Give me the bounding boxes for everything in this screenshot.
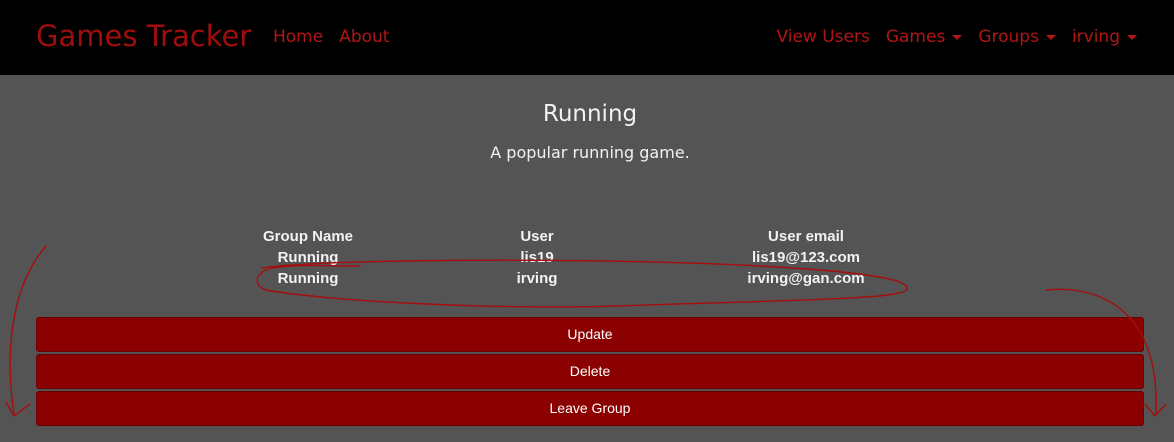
nav-groups-dropdown[interactable]: Groups [978, 26, 1056, 48]
cell-group-name: Running [277, 249, 339, 266]
brand-link[interactable]: Games Tracker [36, 17, 251, 55]
nav-view-users-label: View Users [776, 27, 870, 47]
update-button[interactable]: Update [36, 317, 1144, 352]
column-header-group-name: Group Name [262, 228, 353, 245]
cell-group-name: Running [277, 270, 339, 287]
nav-user-dropdown[interactable]: irving [1072, 26, 1137, 48]
members-table: Group Name User User email Running lis19… [244, 226, 910, 289]
caret-down-icon [1127, 34, 1137, 40]
cell-user: irving [516, 270, 558, 287]
table-header-row: Group Name User User email [244, 226, 910, 247]
caret-down-icon [952, 34, 963, 40]
nav-games-dropdown[interactable]: Games [885, 26, 963, 48]
leave-group-button[interactable]: Leave Group [36, 391, 1144, 426]
game-description: A popular running game. [490, 143, 690, 162]
nav-left: Home About [273, 26, 389, 48]
cell-user-email: lis19@123.com [751, 249, 861, 266]
nav-groups-label: Groups [978, 27, 1039, 47]
caret-down-icon [1045, 34, 1056, 40]
cell-user-email: irving@gan.com [747, 270, 865, 287]
column-header-user-email: User email [768, 228, 844, 245]
nav-view-users-link[interactable]: View Users [776, 26, 869, 48]
game-title: Running [542, 101, 638, 127]
table-row: Running lis19 lis19@123.com [244, 247, 910, 268]
nav-user-label: irving [1071, 27, 1120, 47]
delete-button[interactable]: Delete [36, 354, 1144, 389]
navbar: Games Tracker Home About View Users Game… [0, 0, 1174, 75]
cell-user: lis19 [520, 249, 554, 266]
nav-games-label: Games [885, 27, 946, 47]
nav-home-link[interactable]: Home [273, 26, 323, 48]
column-header-user: User [520, 228, 554, 245]
nav-about-link[interactable]: About [339, 26, 389, 48]
nav-right: View Users Games Groups irving [776, 26, 1137, 48]
table-row: Running irving irving@gan.com [244, 268, 910, 289]
